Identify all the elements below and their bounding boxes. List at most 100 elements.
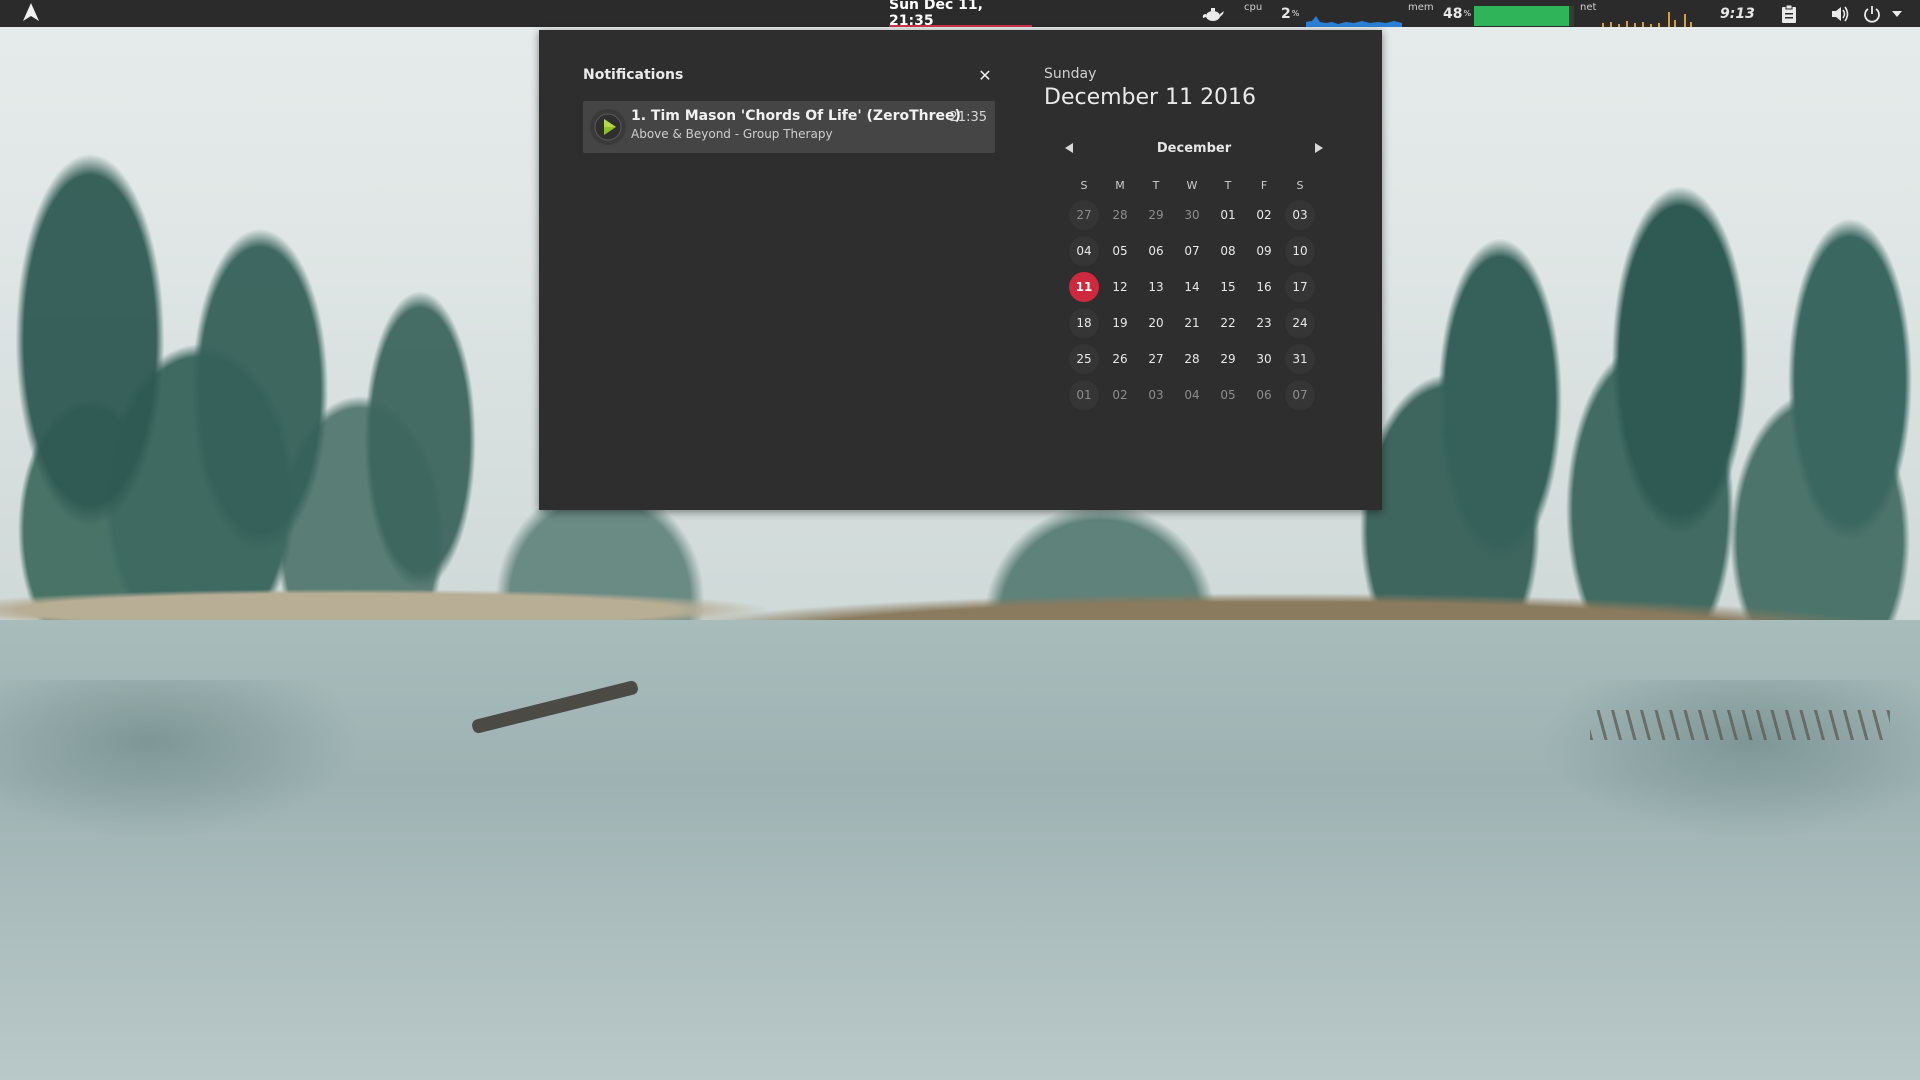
- mem-value[interactable]: 48%: [1443, 0, 1471, 27]
- calendar-day[interactable]: 03: [1138, 377, 1174, 413]
- cpu-graph[interactable]: [1306, 0, 1402, 27]
- mem-bar[interactable]: [1474, 0, 1574, 27]
- calendar-day[interactable]: 18: [1066, 305, 1102, 341]
- calendar-day-number: 05: [1220, 388, 1236, 402]
- calendar-day[interactable]: 07: [1282, 377, 1318, 413]
- calendar-day[interactable]: 10: [1282, 233, 1318, 269]
- cpu-value[interactable]: 2%: [1281, 0, 1299, 27]
- calendar-day[interactable]: 27: [1138, 341, 1174, 377]
- calendar-day[interactable]: 20: [1138, 305, 1174, 341]
- wallpaper-forest-left: [0, 60, 560, 620]
- calendar-day[interactable]: 04: [1174, 377, 1210, 413]
- calendar-day[interactable]: 02: [1246, 197, 1282, 233]
- notifications-header: Notifications ✕: [583, 65, 995, 85]
- calendar-day-number: 14: [1184, 280, 1200, 294]
- activities-button[interactable]: [18, 0, 44, 27]
- notification-item[interactable]: 1. Tim Mason 'Chords Of Life' (ZeroThree…: [583, 101, 995, 153]
- next-month-button[interactable]: [1309, 138, 1329, 158]
- calendar-day-number: 27: [1069, 200, 1099, 230]
- calendar-day-number: 18: [1069, 308, 1099, 338]
- wallpaper-branches: [1590, 710, 1890, 740]
- calendar-day[interactable]: 17: [1282, 269, 1318, 305]
- calendar-day-of-week: W: [1186, 178, 1198, 192]
- date-menu-popup: Notifications ✕ 1. Tim Mason 'Chords Of …: [539, 30, 1382, 510]
- calendar-day-number: 20: [1148, 316, 1164, 330]
- calendar-day[interactable]: 27: [1066, 197, 1102, 233]
- calendar-day-number: 01: [1220, 208, 1236, 222]
- cpu-percent: 2: [1281, 5, 1291, 22]
- calendar-day-number: 04: [1069, 236, 1099, 266]
- calendar-day-number: 28: [1112, 208, 1128, 222]
- calendar-day[interactable]: 01: [1210, 197, 1246, 233]
- calendar-day[interactable]: 30: [1246, 341, 1282, 377]
- calendar-day-of-week: M: [1115, 178, 1125, 192]
- calendar-day[interactable]: 31: [1282, 341, 1318, 377]
- secondary-clock[interactable]: 9:13: [1720, 0, 1755, 27]
- notification-song: 1. Tim Mason 'Chords Of Life' (ZeroThree…: [631, 108, 961, 124]
- calendar-day[interactable]: 04: [1066, 233, 1102, 269]
- calendar-day-number: 16: [1256, 280, 1272, 294]
- calendar-day[interactable]: 28: [1174, 341, 1210, 377]
- calendar-day[interactable]: 24: [1282, 305, 1318, 341]
- calendar-day[interactable]: 19: [1102, 305, 1138, 341]
- calendar-day[interactable]: 28: [1102, 197, 1138, 233]
- close-icon[interactable]: ✕: [975, 66, 995, 85]
- calendar-day[interactable]: 22: [1210, 305, 1246, 341]
- calendar-day-number: 05: [1112, 244, 1128, 258]
- wallpaper-forest-right: [1380, 80, 1920, 620]
- calendar-day-number: 25: [1069, 344, 1099, 374]
- calendar-day-number: 02: [1256, 208, 1272, 222]
- calendar-day[interactable]: 09: [1246, 233, 1282, 269]
- calendar-day[interactable]: 21: [1174, 305, 1210, 341]
- calendar-day-number: 01: [1069, 380, 1099, 410]
- calendar-day[interactable]: 30: [1174, 197, 1210, 233]
- calendar-day[interactable]: 03: [1282, 197, 1318, 233]
- calendar-day[interactable]: 05: [1102, 233, 1138, 269]
- calendar-day[interactable]: 05: [1210, 377, 1246, 413]
- calendar-day-number: 29: [1148, 208, 1164, 222]
- calendar-month-label: December: [1156, 140, 1232, 156]
- calendar-day-of-week: T: [1224, 178, 1232, 192]
- calendar-day[interactable]: 07: [1174, 233, 1210, 269]
- clipboard-icon[interactable]: [1778, 0, 1800, 27]
- calendar-day[interactable]: 16: [1246, 269, 1282, 305]
- calendar-day[interactable]: 12: [1102, 269, 1138, 305]
- calendar-day-number: 07: [1184, 244, 1200, 258]
- calendar-day[interactable]: 06: [1138, 233, 1174, 269]
- calendar-day-of-week: S: [1080, 178, 1088, 192]
- arrow-left-icon: [1065, 143, 1073, 153]
- teapot-icon[interactable]: [1200, 0, 1226, 27]
- calendar-day-number: 29: [1220, 352, 1236, 366]
- calendar-day-number: 26: [1112, 352, 1128, 366]
- calendar-day[interactable]: 25: [1066, 341, 1102, 377]
- calendar-day[interactable]: 14: [1174, 269, 1210, 305]
- calendar-day[interactable]: 26: [1102, 341, 1138, 377]
- calendar-day[interactable]: 01: [1066, 377, 1102, 413]
- calendar-day[interactable]: 23: [1246, 305, 1282, 341]
- calendar-day[interactable]: 11: [1066, 269, 1102, 305]
- calendar-day-number: 02: [1112, 388, 1128, 402]
- calendar-weekday: Sunday: [1044, 66, 1097, 82]
- net-graph[interactable]: [1598, 0, 1696, 27]
- calendar-day[interactable]: 15: [1210, 269, 1246, 305]
- prev-month-button[interactable]: [1059, 138, 1079, 158]
- mem-bar-fill: [1474, 5, 1569, 26]
- calendar-day[interactable]: 29: [1210, 341, 1246, 377]
- calendar-day-number: 15: [1220, 280, 1236, 294]
- calendar-full-date[interactable]: December 11 2016: [1044, 85, 1256, 110]
- clock-button[interactable]: Sun Dec 11, 21:35: [889, 0, 1032, 29]
- calendar-day[interactable]: 29: [1138, 197, 1174, 233]
- calendar-day-number: 06: [1148, 244, 1164, 258]
- chevron-down-icon[interactable]: [1889, 0, 1905, 27]
- calendar-day-of-week: F: [1260, 178, 1268, 192]
- power-icon[interactable]: [1861, 0, 1883, 27]
- calendar-day-number: 04: [1184, 388, 1200, 402]
- calendar-grid: S M T W T F S 27 28 29 30 01 02 03 04 05 06 07 08 09 10 11 12 1…: [1066, 173, 1326, 413]
- calendar-day[interactable]: 13: [1138, 269, 1174, 305]
- volume-icon[interactable]: [1829, 0, 1851, 27]
- notification-time: 21:35: [949, 110, 987, 125]
- calendar-day[interactable]: 02: [1102, 377, 1138, 413]
- calendar-day[interactable]: 08: [1210, 233, 1246, 269]
- calendar-day[interactable]: 06: [1246, 377, 1282, 413]
- calendar-day-number: 22: [1220, 316, 1236, 330]
